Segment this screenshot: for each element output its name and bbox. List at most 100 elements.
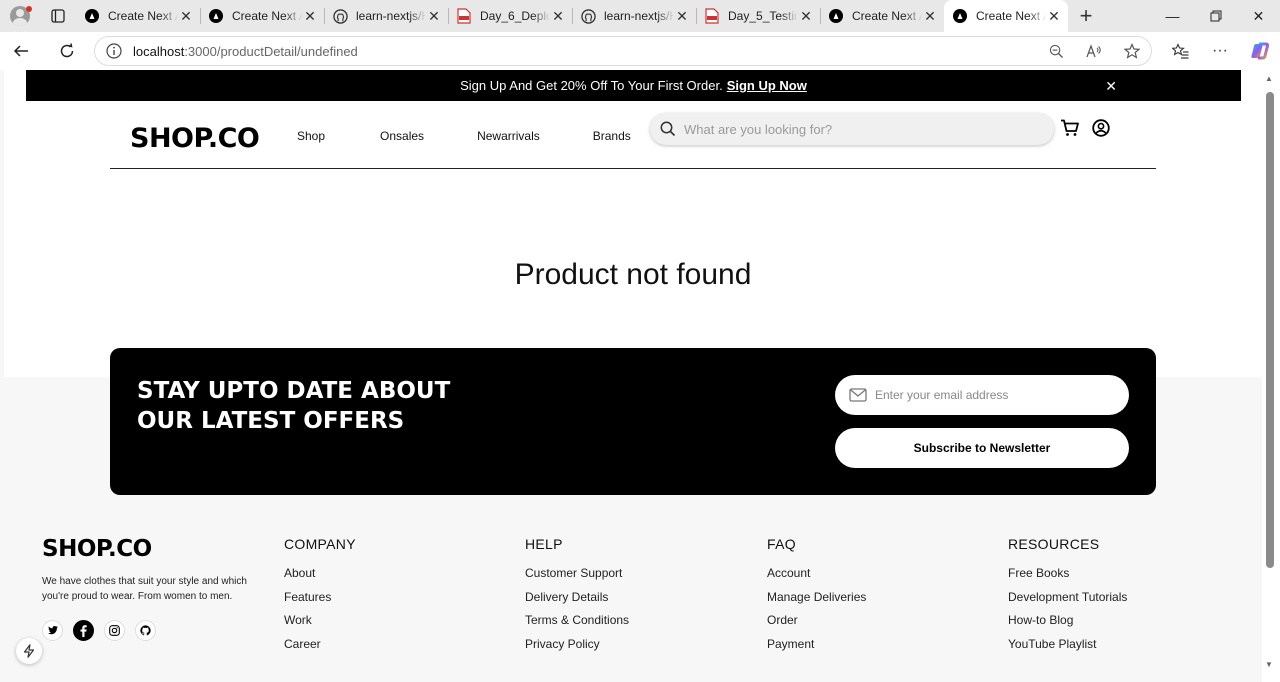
social-links bbox=[42, 620, 156, 641]
nav-shop[interactable]: Shop bbox=[297, 129, 325, 143]
nextjs-icon bbox=[828, 8, 844, 24]
site-info-icon[interactable] bbox=[95, 43, 133, 59]
copilot-icon[interactable] bbox=[1240, 32, 1280, 70]
footer-link[interactable]: Payment bbox=[767, 637, 866, 661]
product-not-found-message: Product not found bbox=[514, 258, 752, 291]
scroll-up-icon[interactable]: ▲ bbox=[1265, 74, 1273, 83]
footer-column-help: HELP Customer Support Delivery Details T… bbox=[525, 536, 629, 660]
new-tab-button[interactable]: + bbox=[1068, 0, 1104, 32]
footer-link[interactable]: Terms & Conditions bbox=[525, 613, 629, 637]
footer-logo[interactable]: SHOP.CO bbox=[42, 536, 152, 562]
tab-close-icon[interactable]: ✕ bbox=[426, 8, 442, 24]
back-button[interactable] bbox=[0, 32, 42, 70]
back-arrow-icon bbox=[13, 45, 28, 57]
account-icon[interactable] bbox=[1092, 119, 1110, 137]
facebook-icon[interactable] bbox=[73, 620, 94, 641]
url-host: localhost bbox=[133, 43, 185, 59]
zoom-out-icon[interactable] bbox=[1037, 43, 1075, 59]
tab-title: Day_5_Testing bbox=[728, 9, 798, 23]
github-icon[interactable] bbox=[135, 620, 156, 641]
scrollbar-thumb[interactable] bbox=[1266, 92, 1274, 568]
footer-link[interactable]: Manage Deliveries bbox=[767, 590, 866, 614]
read-aloud-icon[interactable] bbox=[1075, 43, 1113, 59]
search-icon bbox=[660, 121, 676, 137]
footer-link[interactable]: Development Tutorials bbox=[1008, 590, 1127, 614]
footer-link[interactable]: YouTube Playlist bbox=[1008, 637, 1127, 661]
footer-link[interactable]: How-to Blog bbox=[1008, 613, 1127, 637]
browser-tab[interactable]: Create Next App ✕ bbox=[820, 0, 944, 32]
minimize-icon[interactable]: — bbox=[1151, 0, 1194, 32]
instagram-icon[interactable] bbox=[104, 620, 125, 641]
cart-icon[interactable] bbox=[1060, 119, 1080, 137]
footer-link[interactable]: Customer Support bbox=[525, 566, 629, 590]
footer-column-resources: RESOURCES Free Books Development Tutoria… bbox=[1008, 536, 1127, 660]
footer-link[interactable]: Privacy Policy bbox=[525, 637, 629, 661]
page-scrollbar[interactable]: ▲ ▼ bbox=[1262, 70, 1280, 682]
footer-link[interactable]: Account bbox=[767, 566, 866, 590]
scroll-down-icon[interactable]: ▼ bbox=[1265, 660, 1273, 669]
footer-column-title: FAQ bbox=[767, 536, 796, 552]
more-options-icon[interactable]: ··· bbox=[1200, 32, 1240, 70]
nav-brands[interactable]: Brands bbox=[593, 129, 631, 143]
tab-title: learn-nextjs/Hackathon bbox=[356, 9, 426, 23]
dev-tools-lightning-icon[interactable] bbox=[16, 638, 42, 664]
tab-actions-button[interactable] bbox=[40, 0, 76, 32]
footer-link[interactable]: Features bbox=[284, 590, 356, 614]
search-input[interactable] bbox=[684, 121, 1024, 137]
restore-icon[interactable] bbox=[1194, 0, 1237, 32]
footer-link[interactable]: Career bbox=[284, 637, 356, 661]
browser-toolbar: localhost:3000/productDetail/undefined ·… bbox=[0, 32, 1280, 70]
footer-link[interactable]: Delivery Details bbox=[525, 590, 629, 614]
tab-close-icon[interactable]: ✕ bbox=[178, 8, 194, 24]
nextjs-icon bbox=[952, 8, 968, 24]
footer-column-title: HELP bbox=[525, 536, 563, 552]
tab-close-icon[interactable]: ✕ bbox=[922, 8, 938, 24]
newsletter-email-field[interactable] bbox=[835, 375, 1129, 415]
github-icon bbox=[580, 8, 596, 24]
pdf-icon bbox=[456, 8, 472, 24]
browser-tab[interactable]: learn-nextjs/Hackathon ✕ bbox=[324, 0, 448, 32]
browser-tab[interactable]: Create Next App ✕ bbox=[200, 0, 324, 32]
twitter-icon[interactable] bbox=[42, 620, 63, 641]
tab-title: Create Next App bbox=[232, 9, 302, 23]
tab-close-icon[interactable]: ✕ bbox=[1046, 8, 1062, 24]
tab-title: Create Next App bbox=[976, 9, 1046, 23]
tab-close-icon[interactable]: ✕ bbox=[674, 8, 690, 24]
close-icon[interactable]: ✕ bbox=[1105, 78, 1117, 95]
web-page: Sign Up And Get 20% Off To Your First Or… bbox=[4, 70, 1262, 682]
tab-close-icon[interactable]: ✕ bbox=[550, 8, 566, 24]
browser-tab[interactable]: Day_6_Deployment ✕ bbox=[448, 0, 572, 32]
site-logo[interactable]: SHOP.CO bbox=[130, 123, 260, 154]
notification-dot bbox=[26, 6, 32, 12]
profile-button[interactable] bbox=[0, 0, 40, 32]
address-bar[interactable]: localhost:3000/productDetail/undefined bbox=[94, 36, 1152, 66]
nav-newarrivals[interactable]: Newarrivals bbox=[477, 129, 540, 143]
browser-tab-active[interactable]: Create Next App ✕ bbox=[944, 0, 1068, 32]
browser-tabstrip: Create Next App ✕ Create Next App ✕ lear… bbox=[0, 0, 1280, 32]
newsletter-email-input[interactable] bbox=[875, 388, 1115, 402]
search-box[interactable] bbox=[650, 113, 1054, 145]
favorite-star-icon[interactable] bbox=[1113, 43, 1151, 59]
tab-title: Create Next App bbox=[108, 9, 178, 23]
footer-link[interactable]: Free Books bbox=[1008, 566, 1127, 590]
tab-close-icon[interactable]: ✕ bbox=[798, 8, 814, 24]
footer-link[interactable]: About bbox=[284, 566, 356, 590]
footer-column-company: COMPANY About Features Work Career bbox=[284, 536, 356, 660]
favorites-icon[interactable] bbox=[1160, 32, 1200, 70]
nextjs-icon bbox=[208, 8, 224, 24]
footer-link[interactable]: Work bbox=[284, 613, 356, 637]
sign-up-link[interactable]: Sign Up Now bbox=[727, 78, 807, 93]
browser-tab[interactable]: Day_5_Testing ✕ bbox=[696, 0, 820, 32]
footer-description: We have clothes that suit your style and… bbox=[42, 576, 247, 602]
tab-close-icon[interactable]: ✕ bbox=[302, 8, 318, 24]
tab-title: learn-nextjs/Hackathon bbox=[604, 9, 674, 23]
close-window-icon[interactable]: ✕ bbox=[1237, 0, 1280, 32]
subscribe-button[interactable]: Subscribe to Newsletter bbox=[835, 428, 1129, 468]
browser-tab[interactable]: learn-nextjs/Hackathon ✕ bbox=[572, 0, 696, 32]
footer-link[interactable]: Order bbox=[767, 613, 866, 637]
browser-tab[interactable]: Create Next App ✕ bbox=[76, 0, 200, 32]
footer-column-title: RESOURCES bbox=[1008, 536, 1100, 552]
github-icon bbox=[332, 8, 348, 24]
nav-onsales[interactable]: Onsales bbox=[380, 129, 424, 143]
reload-button[interactable] bbox=[46, 32, 88, 70]
